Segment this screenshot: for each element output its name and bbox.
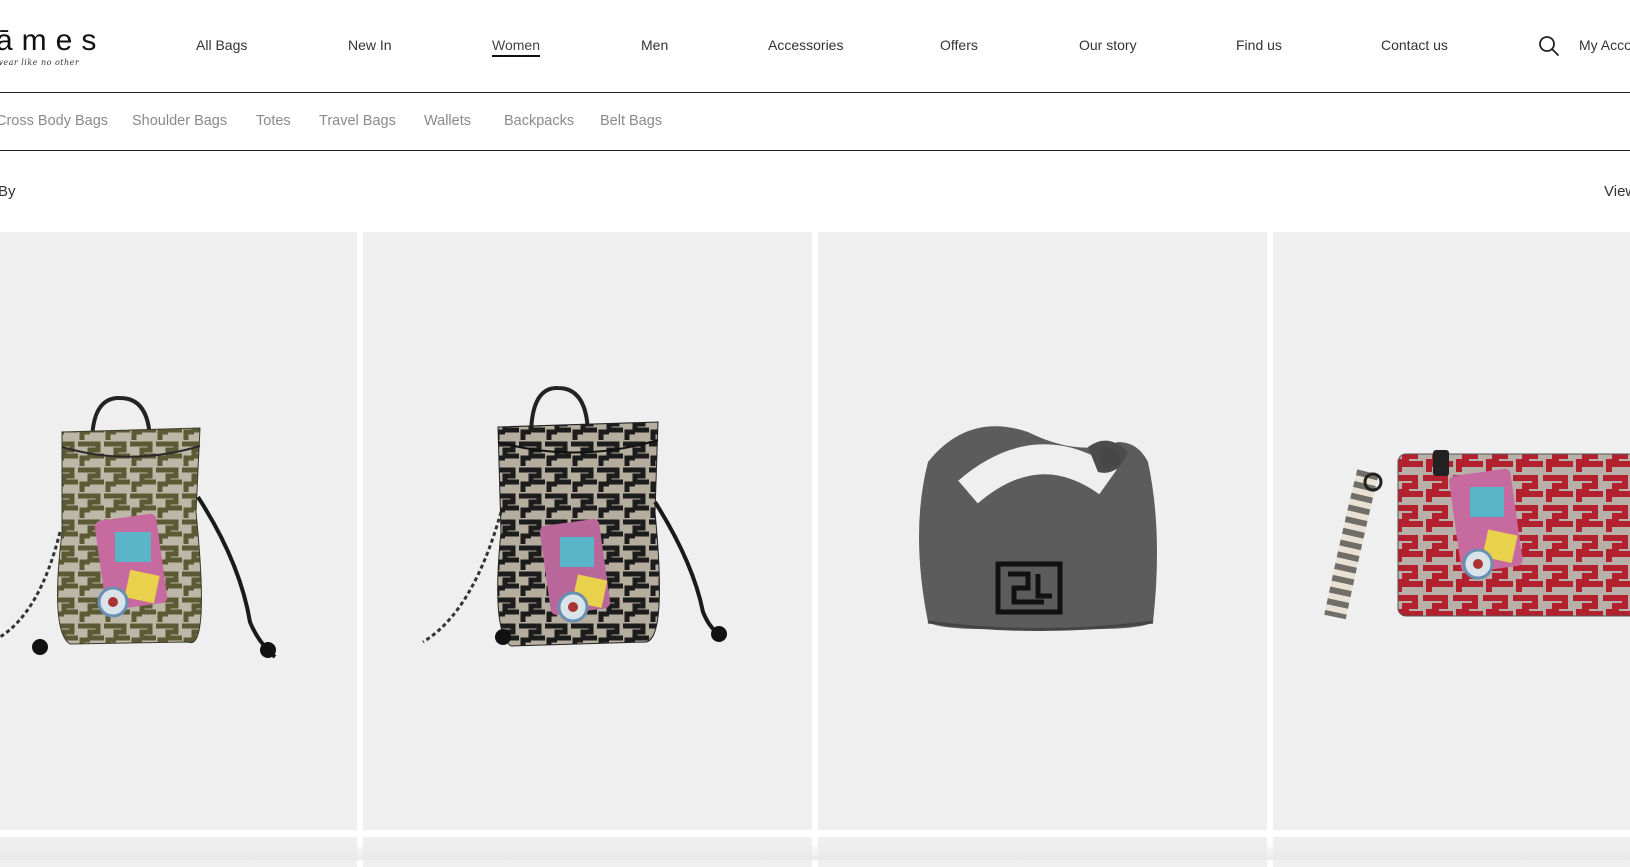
nav-our-story[interactable]: Our story	[1079, 37, 1137, 53]
product-image-hobo-grey	[919, 426, 1157, 631]
subnav-wallets[interactable]: Wallets	[424, 113, 471, 129]
subnav-totes[interactable]: Totes	[256, 113, 291, 129]
logo-tagline: wear like no other	[0, 58, 80, 67]
nav-accessories[interactable]: Accessories	[768, 37, 843, 53]
nav-offers[interactable]: Offers	[940, 37, 978, 53]
bottom-fade	[0, 843, 1630, 860]
sort-by-control[interactable]: By	[0, 183, 16, 200]
product-card[interactable]	[363, 232, 812, 830]
view-toggle[interactable]: View	[1604, 183, 1630, 200]
logo-wordmark: āmes	[0, 24, 106, 57]
site-header: āmes wear like no other All Bags New In …	[0, 0, 1630, 93]
product-image-bucket-black	[422, 385, 727, 647]
product-card[interactable]	[0, 232, 357, 830]
search-icon[interactable]	[1537, 34, 1561, 58]
nav-contact-us[interactable]: Contact us	[1381, 37, 1448, 53]
category-subnav: Cross Body Bags Shoulder Bags Totes Trav…	[0, 93, 1630, 151]
product-image-pouch-red	[1324, 450, 1630, 620]
nav-find-us[interactable]: Find us	[1236, 37, 1282, 53]
product-image-bucket-olive	[0, 395, 277, 659]
nav-men[interactable]: Men	[641, 37, 668, 53]
subnav-cross-body-bags[interactable]: Cross Body Bags	[0, 113, 108, 129]
product-card[interactable]	[818, 232, 1267, 830]
nav-all-bags[interactable]: All Bags	[196, 37, 247, 53]
nav-new-in[interactable]: New In	[348, 37, 392, 53]
brand-logo[interactable]: āmes wear like no other	[0, 24, 106, 68]
subnav-travel-bags[interactable]: Travel Bags	[319, 113, 396, 129]
subnav-shoulder-bags[interactable]: Shoulder Bags	[132, 113, 227, 129]
nav-women[interactable]: Women	[492, 37, 540, 57]
my-account-link[interactable]: My Acco	[1579, 37, 1630, 53]
product-card[interactable]	[1273, 232, 1630, 830]
subnav-backpacks[interactable]: Backpacks	[504, 113, 574, 129]
subnav-belt-bags[interactable]: Belt Bags	[600, 113, 662, 129]
